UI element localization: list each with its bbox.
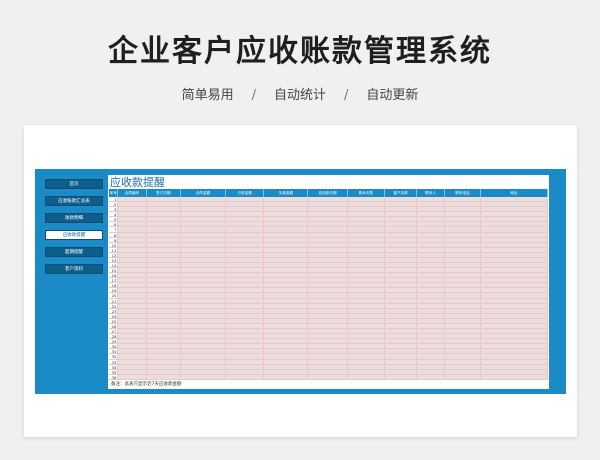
table-cell[interactable] (480, 374, 548, 380)
sheet-footnote: 备注：此表只显示近7天应收款金额 (111, 382, 182, 387)
table-cell[interactable] (146, 374, 182, 380)
column-header-contract-no: 合同编号 (118, 189, 147, 197)
column-header-phone: 联系电话 (445, 189, 481, 197)
feature-update: 自动更新 (366, 88, 419, 103)
row-index-cell: 36 (109, 374, 119, 380)
sheet-title: 应收款提醒 (110, 176, 165, 189)
table-cell[interactable] (181, 374, 227, 380)
column-header-contact: 联系人 (417, 189, 446, 197)
column-header-received-amount: 已收金额 (226, 189, 265, 197)
column-header-index: 序号 (109, 189, 119, 197)
column-header-sign-date: 签订日期 (147, 189, 182, 197)
sidebar-item-customer-info[interactable]: 客户资料 (45, 264, 103, 274)
sidebar-item-receivable-summary[interactable]: 应收账款汇总表 (45, 196, 103, 206)
feature-separator: / (344, 88, 349, 103)
column-header-due-date: 应还款日期 (308, 189, 348, 197)
table-cell[interactable] (445, 374, 481, 380)
spreadsheet-preview-card: 首页 应收账款汇总表 收款明细 应收款提醒 超期提醒 客户资料 应收款提醒 序号… (24, 125, 577, 437)
table-cell[interactable] (226, 374, 265, 380)
feature-list: 简单易用 / 自动统计 / 自动更新 (0, 84, 600, 103)
feature-separator: / (251, 88, 256, 103)
column-header-outstanding-amount: 欠款金额 (264, 189, 309, 197)
table-header: 序号 合同编号 签订日期 合同金额 已收金额 欠款金额 应还款日期 剩余天数 客… (109, 189, 549, 197)
feature-stats: 自动统计 (273, 88, 326, 103)
table-cell[interactable] (118, 374, 147, 380)
sidebar-item-home[interactable]: 首页 (45, 179, 103, 189)
sidebar-item-payment-details[interactable]: 收款明细 (45, 213, 103, 223)
sidebar-item-overdue-reminder[interactable]: 超期提醒 (45, 247, 103, 257)
sidebar: 首页 应收账款汇总表 收款明细 应收款提醒 超期提醒 客户资料 (45, 179, 103, 281)
table-body: 1 2 3 4 5 6 7 8 9 10 11 12 13 14 15 16 17 18 19 20 21 22 23 24 2… (109, 197, 548, 380)
table-cell[interactable] (308, 374, 348, 380)
feature-easy: 简单易用 (181, 88, 234, 103)
app-frame: 首页 应收账款汇总表 收款明细 应收款提醒 超期提醒 客户资料 应收款提醒 序号… (35, 169, 566, 394)
table-cell[interactable] (347, 374, 386, 380)
table-cell[interactable] (417, 374, 446, 380)
sidebar-item-receivable-reminder[interactable]: 应收款提醒 (45, 230, 103, 240)
reminder-sheet: 应收款提醒 序号 合同编号 签订日期 合同金额 已收金额 欠款金额 应还款日期 … (108, 175, 549, 389)
column-header-address: 地址 (481, 189, 549, 197)
table-cell[interactable] (264, 374, 309, 380)
table-cell[interactable] (385, 374, 417, 380)
column-header-contract-amount: 合同金额 (181, 189, 227, 197)
table-row: 36 (109, 374, 548, 380)
column-header-customer-name: 客户名称 (385, 189, 417, 197)
page-headline: 企业客户应收账款管理系统 (108, 34, 492, 69)
column-header-days-left: 剩余天数 (348, 189, 386, 197)
